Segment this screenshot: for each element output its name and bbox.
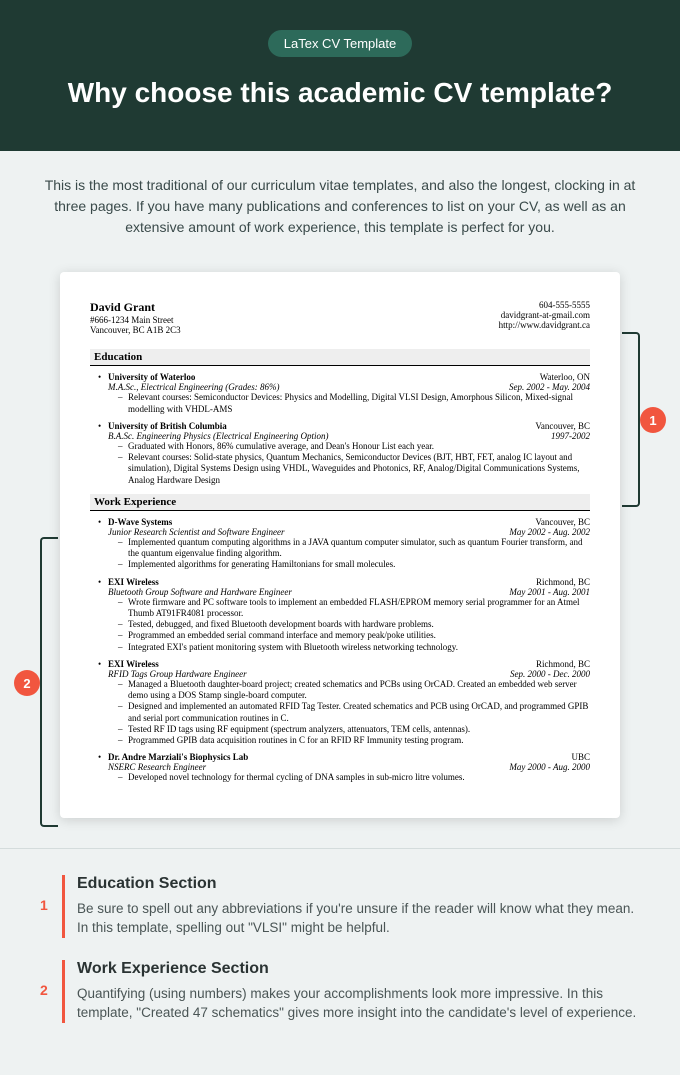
- cv-entry-role: M.A.Sc., Electrical Engineering (Grades:…: [108, 382, 279, 392]
- cv-bullet: Implemented algorithms for generating Ha…: [118, 559, 590, 570]
- cv-entry: EXI Wireless Richmond, BC Bluetooth Group …: [108, 577, 590, 653]
- cv-bullet: Integrated EXI's patient monitoring syst…: [118, 642, 590, 653]
- cv-section-work: Work Experience: [90, 494, 590, 511]
- cv-entry-title: University of British Columbia: [108, 421, 227, 431]
- note-item: 1 Education Section Be sure to spell out a…: [40, 875, 640, 938]
- cv-entry-role: Junior Research Scientist and Software E…: [108, 527, 285, 537]
- cv-entry-role: Bluetooth Group Software and Hardware En…: [108, 587, 292, 597]
- cv-entry-dates: 1997-2002: [551, 431, 590, 441]
- cv-entry-dates: Sep. 2000 - Dec. 2000: [510, 669, 590, 679]
- cv-bullet: Tested RF ID tags using RF equipment (sp…: [118, 724, 590, 735]
- cv-entry-title: EXI Wireless: [108, 659, 159, 669]
- cv-email: davidgrant-at-gmail.com: [499, 310, 590, 320]
- cv-entry-dates: May 2000 - Aug. 2000: [509, 762, 590, 772]
- cv-address-2: Vancouver, BC A1B 2C3: [90, 325, 181, 335]
- cv-bullet: Programmed GPIB data acquisition routine…: [118, 735, 590, 746]
- cv-section-education: Education: [90, 349, 590, 366]
- notes-section: 1 Education Section Be sure to spell out a…: [0, 849, 680, 1075]
- callout-bracket-2: [40, 537, 58, 827]
- cv-entry-location: Richmond, BC: [536, 659, 590, 669]
- cv-entry: EXI Wireless Richmond, BC RFID Tags Group …: [108, 659, 590, 747]
- cv-name: David Grant: [90, 300, 181, 315]
- cv-entry-title: Dr. Andre Marziali's Biophysics Lab: [108, 752, 248, 762]
- cv-page: David Grant #666-1234 Main Street Vancou…: [60, 272, 620, 817]
- cv-bullet: Designed and implemented an automated RF…: [118, 701, 590, 724]
- cv-bullet: Wrote firmware and PC software tools to …: [118, 597, 590, 620]
- note-text: Be sure to spell out any abbreviations i…: [77, 899, 640, 938]
- cv-preview-wrap: 1 2 David Grant #666-1234 Main Street Va…: [0, 262, 680, 847]
- note-title: Work Experience Section: [77, 960, 640, 978]
- callout-marker-2: 2: [14, 670, 40, 696]
- cv-header: David Grant #666-1234 Main Street Vancou…: [90, 300, 590, 335]
- cv-entry-title: University of Waterloo: [108, 372, 195, 382]
- intro-text: This is the most traditional of our curr…: [0, 151, 680, 262]
- cv-bullet: Relevant courses: Semiconductor Devices:…: [118, 392, 590, 415]
- cv-entry-dates: Sep. 2002 - May. 2004: [509, 382, 590, 392]
- note-item: 2 Work Experience Section Quantifying (usi…: [40, 960, 640, 1023]
- cv-phone: 604-555-5555: [499, 300, 590, 310]
- cv-website: http://www.davidgrant.ca: [499, 320, 590, 330]
- cv-entry-role: NSERC Research Engineer: [108, 762, 206, 772]
- cv-entry-title: D-Wave Systems: [108, 517, 172, 527]
- callout-marker-1: 1: [640, 407, 666, 433]
- header: LaTex CV Template Why choose this academ…: [0, 0, 680, 151]
- note-number: 1: [40, 875, 62, 938]
- cv-address-1: #666-1234 Main Street: [90, 315, 181, 325]
- page-title: Why choose this academic CV template?: [30, 75, 650, 111]
- cv-entry-role: B.A.Sc. Engineering Physics (Electrical …: [108, 431, 328, 441]
- cv-entry-title: EXI Wireless: [108, 577, 159, 587]
- template-badge: LaTex CV Template: [268, 30, 413, 57]
- cv-entry-dates: May 2002 - Aug. 2002: [509, 527, 590, 537]
- note-title: Education Section: [77, 875, 640, 893]
- cv-bullet: Developed novel technology for thermal c…: [118, 772, 590, 783]
- cv-entry-role: RFID Tags Group Hardware Engineer: [108, 669, 247, 679]
- cv-entry-location: UBC: [571, 752, 590, 762]
- cv-bullet: Programmed an embedded serial command in…: [118, 630, 590, 641]
- cv-bullet: Graduated with Honors, 86% cumulative av…: [118, 441, 590, 452]
- cv-entry: D-Wave Systems Vancouver, BC Junior Resear…: [108, 517, 590, 571]
- cv-bullet: Tested, debugged, and fixed Bluetooth de…: [118, 619, 590, 630]
- cv-bullet: Relevant courses: Solid-state physics, Q…: [118, 452, 590, 486]
- cv-entry-location: Richmond, BC: [536, 577, 590, 587]
- note-number: 2: [40, 960, 62, 1023]
- cv-entry-dates: May 2001 - Aug. 2001: [509, 587, 590, 597]
- cv-bullet: Managed a Bluetooth daughter-board proje…: [118, 679, 590, 702]
- cv-bullet: Implemented quantum computing algorithms…: [118, 537, 590, 560]
- cv-entry-location: Waterloo, ON: [540, 372, 590, 382]
- note-text: Quantifying (using numbers) makes your a…: [77, 984, 640, 1023]
- cv-entry-location: Vancouver, BC: [535, 517, 590, 527]
- cv-entry-location: Vancouver, BC: [535, 421, 590, 431]
- cv-entry: University of British Columbia Vancouver,…: [108, 421, 590, 486]
- cv-entry: Dr. Andre Marziali's Biophysics Lab UBC NS…: [108, 752, 590, 783]
- callout-bracket-1: [622, 332, 640, 507]
- cv-entry: University of Waterloo Waterloo, ON M.A.Sc…: [108, 372, 590, 415]
